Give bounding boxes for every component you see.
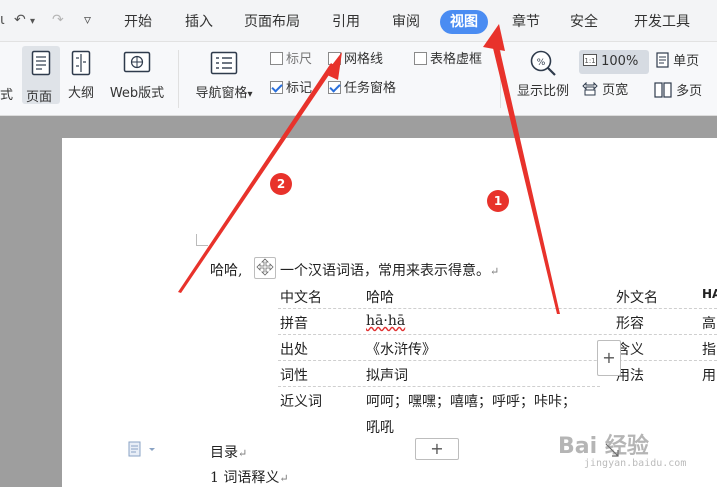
- baidu-watermark-url: jingyan.baidu.com: [584, 458, 687, 469]
- arrow-2-shaft: [178, 63, 335, 293]
- step-badge-1: 1: [487, 190, 509, 212]
- annotation-arrows: [178, 24, 560, 314]
- arrow-1-head: [483, 24, 505, 51]
- arrow-1-shaft: [492, 42, 560, 314]
- baidu-watermark: Bai 经验: [558, 434, 649, 459]
- step-badge-2: 2: [270, 173, 292, 195]
